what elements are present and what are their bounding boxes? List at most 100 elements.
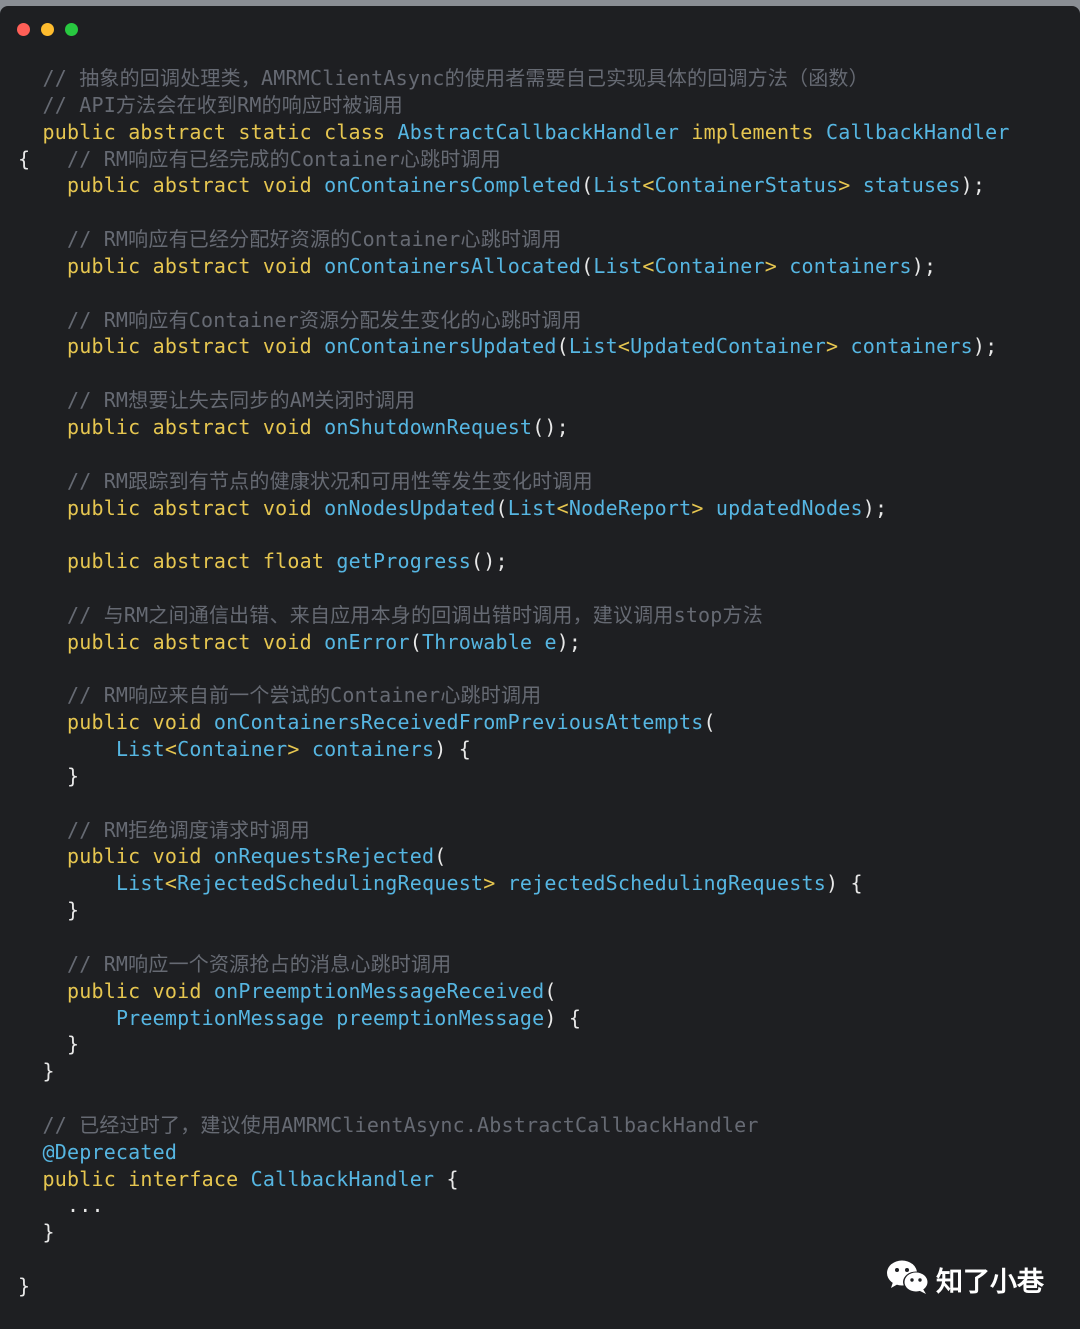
code-line: public interface CallbackHandler { [18, 1166, 1010, 1193]
code-line: // RM想要让失去同步的AM关闭时调用 [18, 387, 1010, 414]
code-line: List<Container> containers) { [18, 736, 1010, 763]
code-token: CallbackHandler [250, 1166, 435, 1191]
zoom-dot[interactable] [65, 23, 78, 36]
code-line: PreemptionMessage preemptionMessage) { [18, 1005, 1010, 1032]
code-token: void [262, 334, 312, 359]
code-token: onContainersCompleted [324, 173, 582, 198]
code-token: // RM响应有已经完成的Container心跳时调用 [66, 146, 501, 171]
code-window: // 抽象的回调处理类，AMRMClientAsync的使用者需要自己实现具体的… [0, 6, 1080, 1329]
watermark: 知了小巷 [886, 1259, 1044, 1299]
code-line: // 已经过时了，建议使用AMRMClientAsync.AbstractCal… [18, 1112, 1010, 1139]
code-token: void [152, 710, 202, 735]
code-line: ... [18, 1192, 1010, 1219]
code-token: { [434, 1166, 459, 1191]
code-token: void [262, 495, 312, 520]
code-token: // 与RM之间通信出错、来自应用本身的回调出错时调用，建议调用stop方法 [66, 602, 763, 627]
code-token: public [66, 710, 141, 735]
code-token: onShutdownRequest [324, 414, 533, 439]
code-token: abstract [152, 173, 251, 198]
code-token: > [691, 495, 704, 520]
code-token: ) { [544, 1005, 582, 1030]
minimize-dot[interactable] [41, 23, 54, 36]
code-token: ) { [434, 737, 471, 762]
code-token: { [18, 146, 67, 171]
code-token: List [507, 495, 557, 520]
code-token: ); [556, 629, 582, 654]
code-line: public void onRequestsRejected( [18, 843, 1010, 870]
code-token: statuses [862, 173, 961, 198]
code-line: // RM拒绝调度请求时调用 [18, 817, 1010, 844]
code-token: public [42, 119, 116, 144]
code-token: < [556, 495, 569, 520]
code-line: public abstract void onContainersUpdated… [18, 333, 1010, 360]
code-token: } [18, 1059, 55, 1084]
code-token: void [152, 844, 202, 869]
code-token: List [115, 871, 165, 896]
code-token: void [262, 173, 312, 198]
code-token: public [66, 978, 141, 1003]
code-token: // 已经过时了，建议使用AMRMClientAsync.AbstractCal… [42, 1112, 759, 1137]
code-line: // API方法会在收到RM的响应时被调用 [18, 92, 1010, 119]
watermark-text: 知了小巷 [936, 1266, 1044, 1298]
code-token: ... [18, 1193, 104, 1218]
code-token: List [593, 253, 643, 278]
code-token: void [262, 253, 312, 278]
code-token: > [483, 871, 496, 896]
code-token: > [287, 737, 300, 762]
code-token: // 抽象的回调处理类，AMRMClientAsync的使用者需要自己实现具体的… [42, 66, 869, 90]
code-token: UpdatedContainer [630, 334, 826, 359]
code-line: // RM响应来自前一个尝试的Container心跳时调用 [18, 682, 1010, 709]
code-token: containers [311, 737, 435, 762]
code-token: public [66, 414, 141, 439]
code-token: // RM响应来自前一个尝试的Container心跳时调用 [66, 683, 542, 708]
code-token: containers [789, 253, 912, 278]
code-token: } [18, 763, 80, 788]
code-token: // RM拒绝调度请求时调用 [66, 817, 310, 842]
code-token: preemptionMessage [336, 1005, 545, 1030]
code-token: abstract [152, 414, 251, 439]
code-token: onPreemptionMessageReceived [213, 978, 545, 1003]
code-token: ( [581, 253, 594, 278]
code-token: ); [960, 173, 986, 198]
code-token: getProgress [336, 549, 471, 574]
code-line: { // RM响应有已经完成的Container心跳时调用 [18, 146, 1010, 173]
code-token: e [544, 629, 557, 654]
code-token: onError [324, 629, 410, 654]
code-token: abstract [152, 495, 251, 520]
code-token: class [324, 119, 386, 144]
code-token: > [838, 173, 851, 198]
code-line: } [18, 897, 1010, 924]
code-line: public void onPreemptionMessageReceived( [18, 978, 1010, 1005]
code-line: public abstract void onContainersComplet… [18, 172, 1010, 199]
code-token: // RM想要让失去同步的AM关闭时调用 [66, 388, 416, 413]
code-token: public [42, 1166, 116, 1191]
code-token: onContainersReceivedFromPreviousAttempts [213, 710, 704, 735]
close-dot[interactable] [17, 23, 30, 36]
code-token: ) { [825, 871, 863, 896]
code-token: public [66, 334, 141, 359]
